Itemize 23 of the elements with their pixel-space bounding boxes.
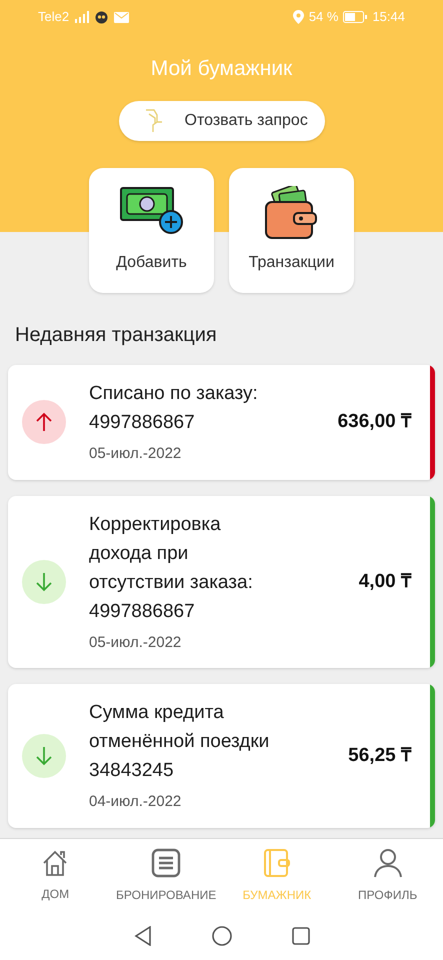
transaction-date: 05-июл.-2022 [89,444,182,464]
battery-percent: 54 % [308,8,338,26]
transaction-title: Корректировка дохода при отсутствии заказа: 4997886867 [89,512,254,624]
transaction-card[interactable]: Сумма кредита отменённой поездки 34843245 04-июл.-2022 56,25 ₸ [8,684,435,828]
nav-tab[interactable]: ДОМ [0,839,111,912]
page-title: Мой бумажник [150,56,292,82]
transaction-amount: 56,25 ₸ [348,744,411,768]
transaction-title: Списано по заказу: 4997886867 [89,382,259,435]
withdraw-request-button[interactable]: Отозвать запрос [118,100,324,140]
transaction-amount: 4,00 ₸ [358,570,411,594]
carrier-name: Tele2 [38,8,70,26]
section-heading: Недавняя транзакция [14,323,218,348]
nav-tab[interactable]: БРОНИРОВАНИЕ [110,839,222,912]
transactions-button[interactable]: Транзакции [229,168,354,293]
add-funds-button[interactable]: Добавить [89,168,214,293]
transaction-title: Сумма кредита отменённой поездки 34843245 [89,701,270,783]
transaction-date: 04-июл.-2022 [89,792,182,812]
transaction-amount: 636,00 ₸ [338,410,411,434]
transaction-card[interactable]: Списано по заказу: 4997886867 05-июл.-2022 636,00 ₸ [8,365,435,480]
clock: 15:44 [372,8,405,26]
transaction-card[interactable]: Корректировка дохода при отсутствии заказа: 4997886867 05-июл.-2022 4,00 ₸ [8,496,435,668]
transaction-date: 05-июл.-2022 [89,632,182,652]
nav-tab[interactable]: ПРОФИЛЬ [332,839,443,912]
